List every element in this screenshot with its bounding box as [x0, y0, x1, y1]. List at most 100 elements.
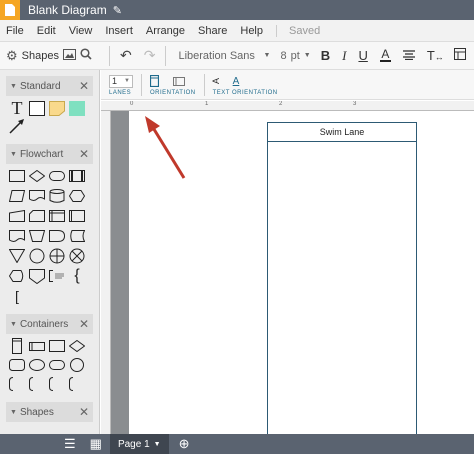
menu-file[interactable]: File [6, 25, 24, 37]
close-icon[interactable]: ✕ [79, 405, 89, 419]
subroutine-shape[interactable] [68, 208, 86, 224]
menu-edit[interactable]: Edit [37, 25, 56, 37]
menu-help[interactable]: Help [240, 25, 263, 37]
add-page-icon[interactable]: ⊕ [179, 436, 190, 452]
container-circle-shape[interactable] [68, 357, 86, 373]
shapes-label[interactable]: Shapes [22, 50, 59, 62]
or-shape[interactable] [48, 248, 66, 264]
text-shape[interactable]: T [8, 98, 26, 118]
merge-shape[interactable] [8, 248, 26, 264]
process-shape[interactable] [8, 168, 26, 184]
ribbon-divider [203, 73, 205, 96]
close-icon[interactable]: ✕ [79, 147, 89, 161]
bracket-shape[interactable]: [ [8, 288, 26, 304]
document-shape[interactable] [8, 228, 26, 244]
display-shape[interactable] [28, 188, 46, 204]
list-view-icon[interactable]: ☰ [64, 436, 76, 452]
manual-input-shape[interactable] [8, 208, 26, 224]
container-bracket-alt3-shape[interactable] [68, 376, 86, 392]
grid-view-icon[interactable]: ▦ [90, 436, 102, 452]
toolbar-divider [109, 45, 110, 66]
lanes-count-input[interactable]: 1 ▼ [109, 74, 133, 88]
section-header-standard[interactable]: ▼ Standard ✕ [6, 76, 93, 96]
swim-lane[interactable]: Swim Lane [267, 122, 417, 434]
pencil-icon[interactable]: ✎ [113, 4, 122, 17]
container-bracket-alt-shape[interactable] [28, 376, 46, 392]
diagram-page[interactable]: Swim Lane [129, 111, 474, 434]
italic-button[interactable]: I [342, 48, 346, 64]
app-logo[interactable] [0, 0, 20, 20]
section-title: Flowchart [19, 148, 64, 160]
vertical-lane-shape[interactable] [8, 338, 26, 354]
table-icon[interactable] [453, 48, 466, 63]
menu-share[interactable]: Share [198, 25, 227, 37]
section-title: Shapes [19, 406, 54, 418]
manual-operation-shape[interactable] [28, 228, 46, 244]
summing-junction-shape[interactable] [68, 248, 86, 264]
page-tab-label: Page 1 [117, 438, 150, 450]
card-shape[interactable] [28, 208, 46, 224]
section-header-containers[interactable]: ▼ Containers ✕ [6, 314, 93, 334]
text-color-button[interactable]: A [379, 48, 391, 62]
decision-shape[interactable] [28, 168, 46, 184]
container-pill-shape[interactable] [48, 357, 66, 373]
menu-arrange[interactable]: Arrange [146, 25, 185, 37]
rectangle-shape[interactable] [28, 100, 46, 116]
chevron-down-icon: ▼ [153, 440, 161, 448]
redo-icon[interactable]: ↷ [144, 47, 156, 64]
container-ellipse-shape[interactable] [28, 357, 46, 373]
delay-shape[interactable] [48, 228, 66, 244]
font-size-value: 8 [280, 49, 287, 62]
off-page-shape[interactable] [28, 268, 46, 284]
annotation-shape[interactable] [48, 268, 66, 284]
display-alt-shape[interactable] [8, 268, 26, 284]
section-header-shapes[interactable]: ▼ Shapes ✕ [6, 402, 93, 422]
brace-shape[interactable]: { [68, 267, 86, 284]
search-icon[interactable] [80, 48, 92, 63]
rotate-text-icon[interactable]: A [211, 78, 221, 84]
gear-icon[interactable]: ⚙ [6, 48, 18, 64]
canvas-area[interactable]: 0 1 2 3 Swim Lane [101, 101, 474, 434]
container-bracket-shape[interactable] [8, 376, 26, 392]
align-center-icon[interactable] [402, 48, 415, 63]
container-diamond-shape[interactable] [68, 338, 86, 354]
image-icon[interactable] [62, 48, 76, 63]
data-shape[interactable] [8, 188, 26, 204]
close-icon[interactable]: ✕ [79, 317, 89, 331]
horizontal-lane-shape[interactable] [28, 338, 46, 354]
section-header-flowchart[interactable]: ▼ Flowchart ✕ [6, 144, 93, 164]
swim-lane-header[interactable]: Swim Lane [268, 123, 416, 142]
terminator-shape[interactable] [48, 168, 66, 184]
undo-icon[interactable]: ↶ [120, 47, 132, 64]
document-title[interactable]: Blank Diagram [28, 3, 107, 17]
menu-insert[interactable]: Insert [105, 25, 133, 37]
predefined-process-shape[interactable] [68, 168, 86, 184]
connector-shape[interactable] [28, 248, 46, 264]
container-rect-shape[interactable] [48, 338, 66, 354]
block-shape[interactable] [68, 100, 86, 116]
color-swatch [379, 60, 391, 62]
preparation-shape[interactable] [68, 188, 86, 204]
vertical-orientation-icon[interactable] [150, 75, 159, 87]
sticky-note-shape[interactable] [48, 100, 66, 116]
arrow-line-shape[interactable] [8, 118, 26, 134]
underline-button[interactable]: U [358, 48, 367, 63]
text-horizontal-icon[interactable]: A [233, 76, 240, 87]
text-orientation-control[interactable]: A A TEXT ORIENTATION [211, 74, 278, 96]
container-rounded-shape[interactable] [8, 357, 26, 373]
database-shape[interactable] [48, 188, 66, 204]
internal-storage-shape[interactable] [48, 208, 66, 224]
text-options-button[interactable]: T↔ [427, 48, 444, 63]
menu-view[interactable]: View [69, 25, 93, 37]
stored-data-shape[interactable] [68, 228, 86, 244]
bold-button[interactable]: B [321, 48, 330, 63]
orientation-control[interactable]: ORIENTATION [150, 74, 196, 96]
page-tab[interactable]: Page 1 ▼ [109, 434, 169, 454]
container-bracket-alt2-shape[interactable] [48, 376, 66, 392]
font-size-select[interactable]: 8 pt ▼ [280, 50, 314, 62]
close-icon[interactable]: ✕ [79, 79, 89, 93]
shapes-panel-toggle[interactable]: ⚙ Shapes [0, 48, 105, 64]
font-size-unit: pt [290, 49, 300, 62]
horizontal-orientation-icon[interactable] [173, 76, 185, 86]
font-family-select[interactable]: Liberation Sans ▼ [174, 47, 274, 65]
